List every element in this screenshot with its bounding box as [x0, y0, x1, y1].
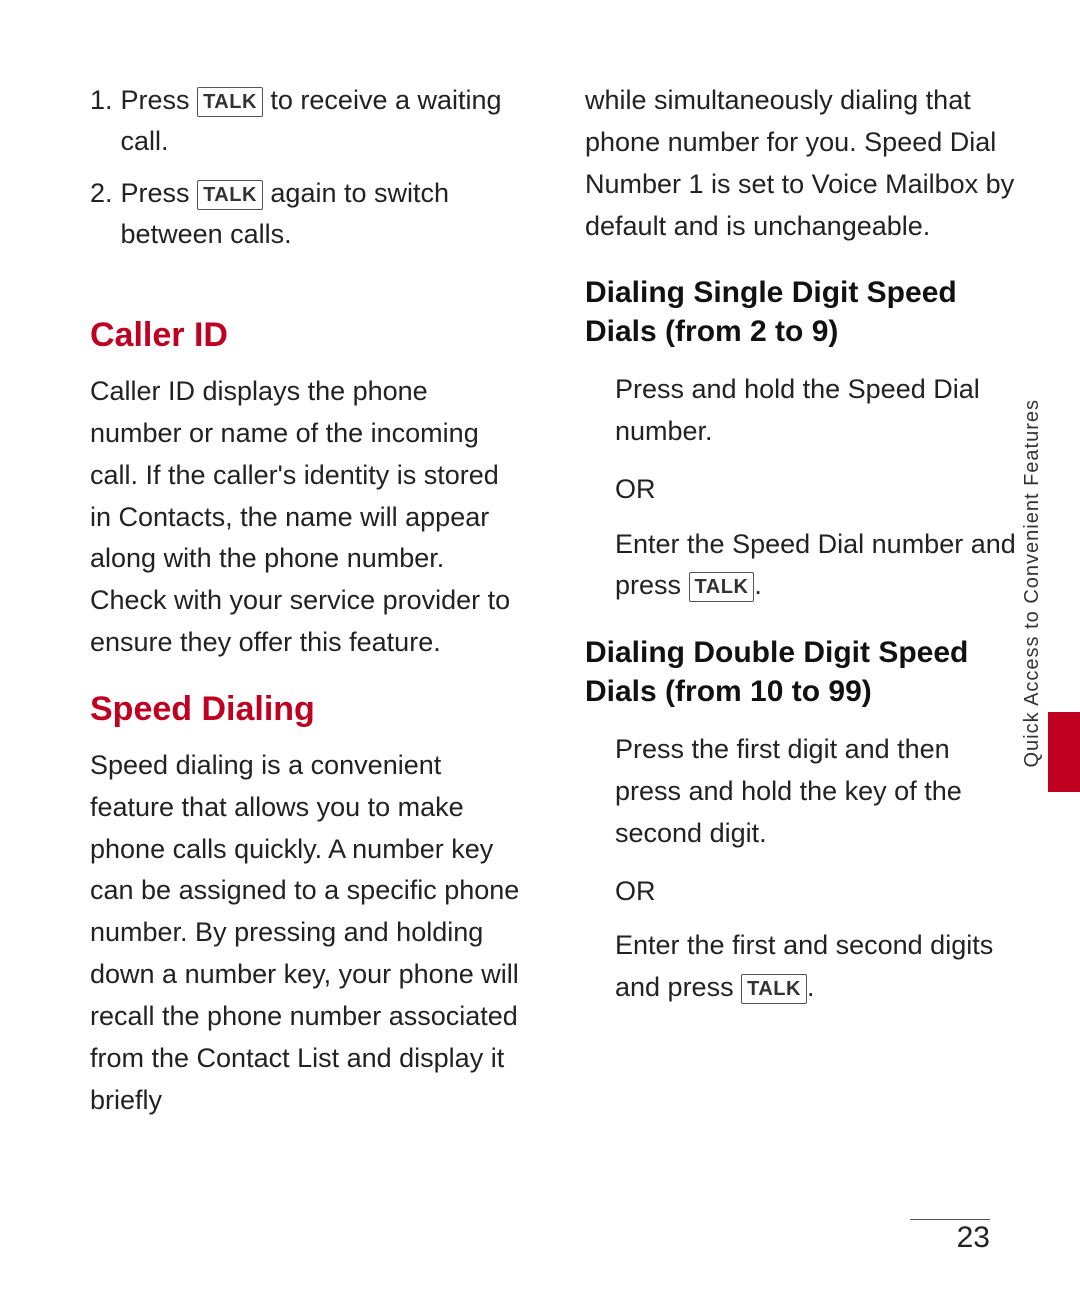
list-num-2: 2. [90, 173, 113, 254]
single-digit-block: Press and hold the Speed Dial number. OR… [585, 369, 1020, 623]
talk-badge-single: TALK [689, 572, 755, 602]
list-item-2: 2. Press TALK again to switch between ca… [90, 173, 525, 254]
single-digit-p2: Enter the Speed Dial number and press TA… [615, 524, 1020, 608]
side-tab-container: Quick Access to Convenient Features [1028, 0, 1080, 1295]
single-digit-p2-before: Enter the Speed Dial number and press [615, 529, 1016, 601]
double-digit-p1: Press the first digit and then press and… [615, 729, 1020, 855]
talk-badge-1: TALK [197, 87, 263, 117]
double-digit-p2-after: . [807, 972, 815, 1002]
single-digit-heading: Dialing Single Digit Speed Dials (from 2… [585, 273, 1020, 351]
talk-badge-double: TALK [741, 974, 807, 1004]
divider-line [910, 1219, 990, 1221]
list-item-1-text: Press TALK to receive a waiting call. [121, 80, 525, 161]
list-item-1: 1. Press TALK to receive a waiting call. [90, 80, 525, 161]
caller-id-heading: Caller ID [90, 316, 525, 355]
right-intro-text: while simultaneously dialing that phone … [585, 80, 1020, 247]
right-column: while simultaneously dialing that phone … [585, 80, 1020, 1235]
double-digit-heading: Dialing Double Digit Speed Dials (from 1… [585, 633, 1020, 711]
caller-id-body: Caller ID displays the phone number or n… [90, 371, 525, 664]
single-digit-p2-after: . [754, 570, 762, 600]
list-num-1: 1. [90, 80, 113, 161]
double-digit-block: Press the first digit and then press and… [585, 729, 1020, 1025]
page-number: 23 [957, 1221, 990, 1255]
left-column: 1. Press TALK to receive a waiting call.… [90, 80, 525, 1235]
double-digit-p2: Enter the first and second digits and pr… [615, 925, 1020, 1009]
talk-badge-2: TALK [197, 180, 263, 210]
side-red-bar [1048, 712, 1080, 792]
single-digit-p1: Press and hold the Speed Dial number. [615, 369, 1020, 453]
numbered-list: 1. Press TALK to receive a waiting call.… [90, 80, 525, 266]
speed-dialing-heading: Speed Dialing [90, 690, 525, 729]
list-item-2-text: Press TALK again to switch between calls… [121, 173, 525, 254]
speed-dialing-body: Speed dialing is a convenient feature th… [90, 745, 525, 1122]
side-tab-text: Quick Access to Convenient Features [1015, 389, 1050, 778]
page-container: 1. Press TALK to receive a waiting call.… [0, 0, 1080, 1295]
two-col-layout: 1. Press TALK to receive a waiting call.… [90, 80, 1020, 1235]
main-content: 1. Press TALK to receive a waiting call.… [0, 0, 1080, 1295]
single-digit-or: OR [615, 469, 1020, 510]
double-digit-or: OR [615, 871, 1020, 912]
